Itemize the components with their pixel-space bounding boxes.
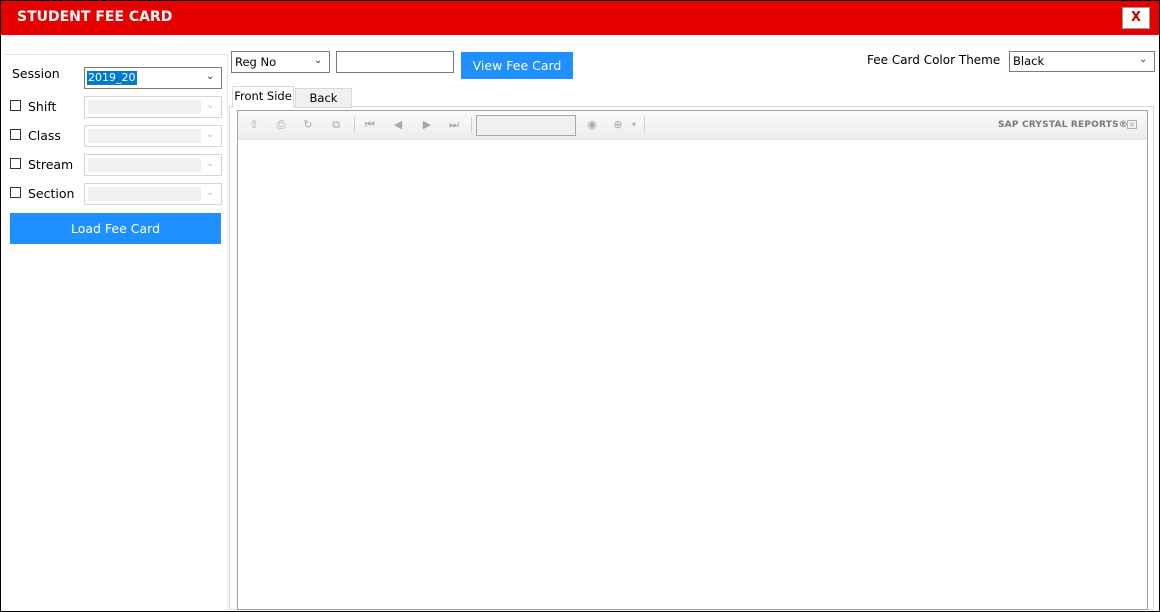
load-fee-card-button[interactable]: Load Fee Card	[10, 213, 221, 244]
copy-icon[interactable]: ⧉	[328, 117, 344, 133]
section-label: Section	[28, 186, 75, 201]
reg-no-input[interactable]	[336, 51, 454, 73]
next-page-icon[interactable]: ▶	[419, 117, 435, 133]
close-toolbar-icon[interactable]: ✕	[1127, 120, 1137, 129]
crystal-reports-brand: SAP CRYSTAL REPORTS®	[998, 120, 1128, 130]
section-checkbox[interactable]	[10, 187, 21, 198]
shift-checkbox[interactable]	[10, 100, 21, 111]
section-select[interactable]: ⌄	[84, 183, 222, 205]
stream-label: Stream	[28, 157, 74, 172]
class-checkbox[interactable]	[10, 129, 21, 140]
shift-label: Shift	[28, 99, 57, 114]
find-binoculars-icon[interactable]: ◉	[584, 117, 600, 133]
refresh-icon[interactable]: ↻	[300, 117, 316, 133]
stream-checkbox[interactable]	[10, 158, 21, 169]
title-bar: STUDENT FEE CARD X	[1, 1, 1159, 35]
chevron-down-icon: ⌄	[206, 100, 215, 111]
previous-page-icon[interactable]: ◀	[390, 117, 406, 133]
theme-label: Fee Card Color Theme	[867, 53, 1001, 67]
tab-back-side[interactable]: Back Side	[295, 88, 352, 123]
tab-front-side[interactable]: Front Side	[232, 86, 294, 108]
zoom-icon[interactable]: ⊕	[610, 117, 626, 133]
search-type-select[interactable]: Reg No ⌄	[231, 51, 330, 73]
window-title: STUDENT FEE CARD	[17, 9, 173, 25]
zoom-dropdown-icon[interactable]: ▾	[626, 117, 642, 133]
class-select[interactable]: ⌄	[84, 125, 222, 147]
view-fee-card-button[interactable]: View Fee Card	[461, 52, 573, 79]
chevron-down-icon: ⌄	[206, 71, 215, 82]
close-button[interactable]: X	[1122, 7, 1150, 29]
print-icon[interactable]: ⎙	[273, 117, 289, 133]
chevron-down-icon: ⌄	[206, 187, 215, 198]
theme-selected-value: Black	[1013, 54, 1045, 68]
first-page-icon[interactable]: ⏮	[362, 117, 378, 133]
last-page-icon[interactable]: ⏭	[446, 117, 462, 133]
session-selected-value: 2019_20	[87, 71, 137, 85]
chevron-down-icon: ⌄	[206, 158, 215, 169]
export-icon[interactable]: ⇧	[246, 117, 262, 133]
theme-select[interactable]: Black ⌄	[1009, 51, 1155, 72]
class-label: Class	[28, 128, 61, 143]
report-viewer: ⇧ ⎙ ↻ ⧉ ⏮ ◀ ▶ ⏭ ◉ ⊕ ▾ SAP CRYSTAL REPORT…	[237, 110, 1148, 610]
shift-select[interactable]: ⌄	[84, 96, 222, 118]
session-select[interactable]: 2019_20 ⌄	[84, 67, 222, 89]
stream-select[interactable]: ⌄	[84, 154, 222, 176]
search-type-value: Reg No	[235, 55, 277, 69]
page-goto-input[interactable]	[476, 115, 576, 136]
chevron-down-icon: ⌄	[1139, 54, 1148, 65]
chevron-down-icon: ⌄	[314, 55, 323, 66]
viewer-toolbar: ⇧ ⎙ ↻ ⧉ ⏮ ◀ ▶ ⏭ ◉ ⊕ ▾ SAP CRYSTAL REPORT…	[238, 111, 1147, 140]
chevron-down-icon: ⌄	[206, 129, 215, 140]
session-label: Session	[12, 66, 60, 81]
